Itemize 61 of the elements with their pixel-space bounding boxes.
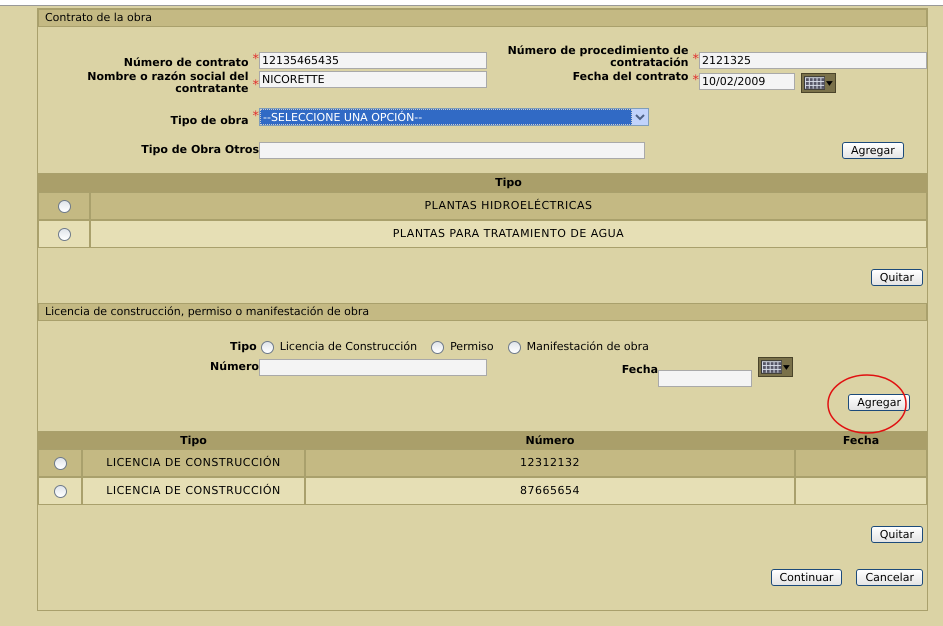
- remove-button[interactable]: Quitar: [870, 526, 923, 543]
- table-cell-text: PLANTAS HIDROELÉCTRICAS: [424, 198, 592, 214]
- radio-button[interactable]: [508, 340, 521, 354]
- radio-label[interactable]: Permiso: [450, 338, 494, 356]
- radio-button[interactable]: [54, 456, 66, 470]
- field-label: Tipo de Obra Otros: [141, 144, 259, 156]
- other-type-field[interactable]: [259, 142, 645, 158]
- table-cell-text: LICENCIA DE CONSTRUCCIÓN: [106, 482, 281, 499]
- required-asterisk: *: [252, 76, 259, 94]
- column-header: Tipo: [179, 433, 208, 449]
- calendar-button[interactable]: [758, 357, 793, 377]
- field-label: Fecha: [622, 362, 658, 378]
- field-label: Nombre o razón social del contratante: [86, 71, 248, 95]
- add-button[interactable]: Agregar: [848, 394, 910, 411]
- column-header: Fecha: [842, 433, 880, 449]
- remove-button[interactable]: Quitar: [870, 269, 923, 286]
- caret-icon: [826, 80, 833, 86]
- field-label: Fecha del contrato: [572, 71, 688, 83]
- radio-button[interactable]: [260, 340, 274, 354]
- radio-button[interactable]: [58, 228, 70, 240]
- chevron-down-icon: [632, 109, 648, 125]
- field-label: Tipo: [230, 338, 257, 355]
- table-row[interactable]: PLANTAS PARA TRATAMIENTO DE AGUA: [38, 220, 927, 248]
- calendar-icon: [761, 360, 782, 374]
- field-label: Número: [210, 359, 259, 375]
- required-asterisk: *: [692, 50, 699, 68]
- number-field[interactable]: [259, 359, 487, 376]
- continue-button[interactable]: Continuar: [770, 569, 842, 586]
- radio-button[interactable]: [58, 200, 70, 212]
- table-cell-text: 87665654: [520, 482, 580, 499]
- field-label: Tipo de obra: [170, 114, 248, 127]
- column-header: Tipo: [494, 175, 523, 191]
- radio-button[interactable]: [431, 340, 444, 354]
- table-row[interactable]: PLANTAS HIDROELÉCTRICAS: [38, 192, 927, 220]
- table-cell-text: PLANTAS PARA TRATAMIENTO DE AGUA: [392, 226, 624, 242]
- radio-label[interactable]: Licencia de Construcción: [280, 338, 418, 356]
- calendar-button[interactable]: [801, 73, 836, 93]
- section-header: Contrato de la obra: [38, 9, 927, 27]
- required-asterisk: *: [692, 72, 699, 90]
- date-field[interactable]: [658, 370, 752, 387]
- table-row[interactable]: LICENCIA DE CONSTRUCCIÓN 12312132: [38, 449, 927, 477]
- field-label: Número de procedimiento de contratación: [506, 45, 688, 69]
- column-header: Número: [524, 433, 576, 449]
- caret-icon: [783, 364, 790, 370]
- table-cell-text: LICENCIA DE CONSTRUCCIÓN: [106, 454, 281, 471]
- work-type-dropdown[interactable]: --SELECCIONE UNA OPCIÓN--: [259, 108, 649, 126]
- field-label: Número de contrato: [124, 57, 248, 69]
- required-asterisk: *: [252, 50, 259, 68]
- required-asterisk: *: [252, 108, 259, 126]
- contractor-name-field[interactable]: NICORETTE: [259, 71, 487, 88]
- add-button[interactable]: Agregar: [842, 142, 904, 158]
- contract-number-field[interactable]: 12135465435: [259, 52, 487, 69]
- radio-button[interactable]: [54, 484, 66, 498]
- calendar-icon: [804, 76, 826, 90]
- section-header: Licencia de construcción, permiso o manifestación de obra: [38, 303, 927, 321]
- table-cell-text: 12312132: [520, 454, 580, 471]
- table-row[interactable]: LICENCIA DE CONSTRUCCIÓN 87665654: [38, 477, 927, 505]
- cancel-button[interactable]: Cancelar: [856, 569, 923, 586]
- contract-date-field[interactable]: 10/02/2009: [699, 73, 795, 90]
- procedure-number-field[interactable]: 2121325: [699, 52, 927, 69]
- radio-label[interactable]: Manifestación de obra: [526, 338, 649, 356]
